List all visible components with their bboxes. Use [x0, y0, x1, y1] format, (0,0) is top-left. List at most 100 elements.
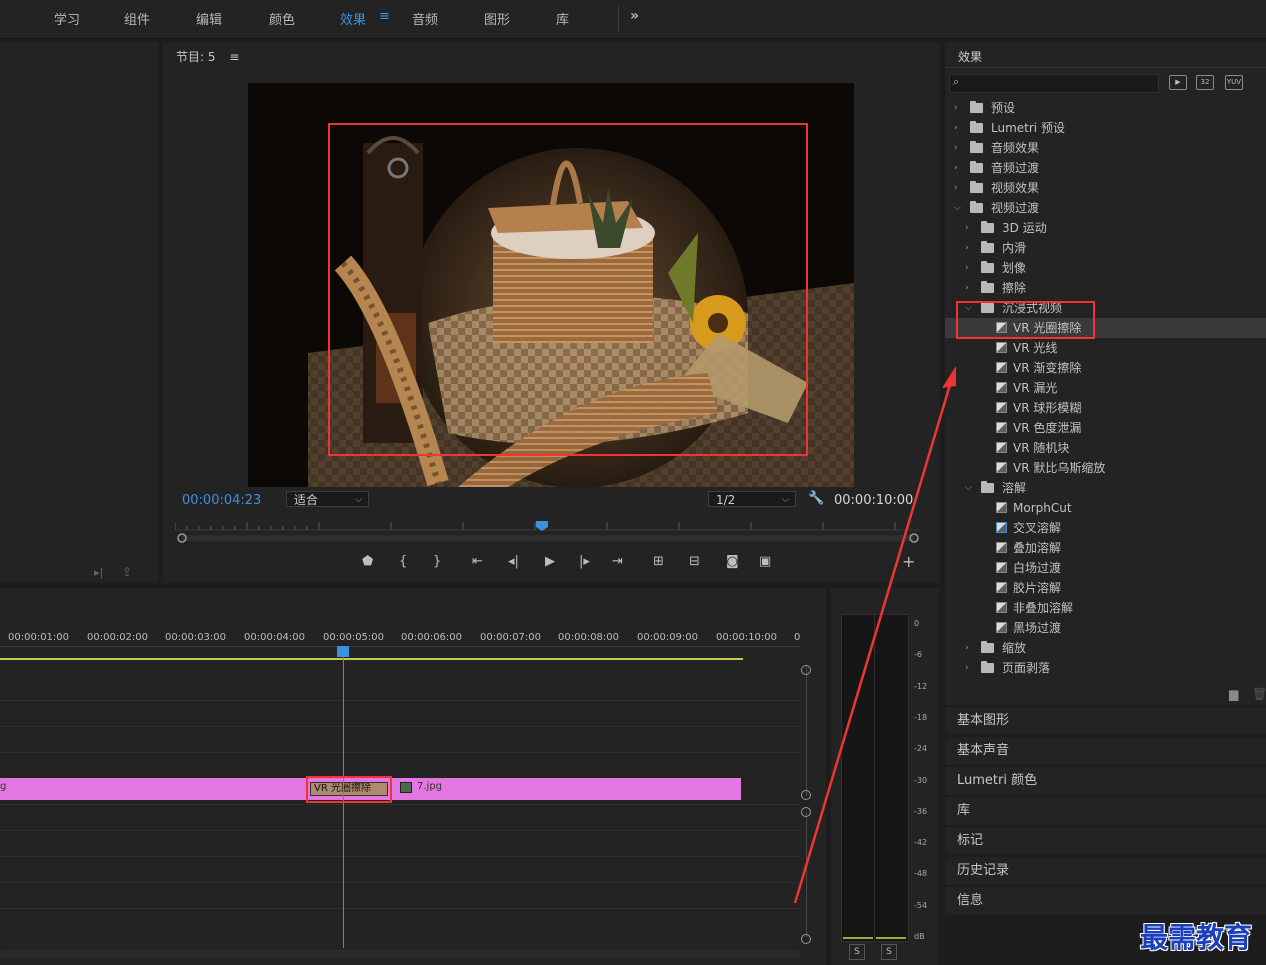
tab-effects[interactable]: 效果: [340, 9, 366, 28]
double-chevron-right-icon[interactable]: »: [630, 8, 639, 24]
play-icon[interactable]: ▶: [545, 554, 555, 569]
effect-item[interactable]: VR 光线: [945, 338, 1266, 358]
timeline-panel: 00:00:01:00 00:00:02:00 00:00:03:00 00:00:0…: [0, 588, 826, 965]
chevron-right-icon[interactable]: ›: [954, 98, 958, 118]
chevron-right-icon[interactable]: ›: [965, 218, 969, 238]
chevron-right-icon[interactable]: ›: [954, 178, 958, 198]
collapsed-panel-header[interactable]: 基本声音: [945, 737, 1266, 765]
chevron-right-icon[interactable]: ›: [965, 258, 969, 278]
effect-folder[interactable]: › 划像: [945, 258, 1266, 278]
chevron-right-icon[interactable]: ›: [965, 278, 969, 298]
horizontal-scrollbar[interactable]: [0, 950, 800, 958]
effect-item[interactable]: 胶片溶解: [945, 578, 1266, 598]
collapsed-panel-header[interactable]: 标记: [945, 827, 1266, 855]
tab-color[interactable]: 颜色: [269, 9, 295, 28]
fit-dropdown[interactable]: 适合 ⌵: [286, 491, 369, 507]
chevron-right-icon[interactable]: ›: [954, 158, 958, 178]
effect-label: 非叠加溶解: [1013, 601, 1074, 615]
effect-item[interactable]: 交叉溶解: [945, 518, 1266, 538]
chevron-right-icon[interactable]: ›: [954, 138, 958, 158]
effect-folder[interactable]: › 音频过渡: [945, 158, 1266, 178]
tab-assembly[interactable]: 组件: [124, 9, 150, 28]
effect-item[interactable]: VR 漏光: [945, 378, 1266, 398]
effect-label: 音频过渡: [991, 161, 1040, 175]
highlight-video-area: [328, 123, 808, 456]
collapsed-panel-header[interactable]: Lumetri 颜色: [945, 767, 1266, 795]
effect-folder[interactable]: › 3D 运动: [945, 218, 1266, 238]
step-forward-icon[interactable]: |▸: [579, 554, 590, 569]
insert-icon[interactable]: ▸|: [94, 566, 103, 579]
compare-view-icon[interactable]: ▣: [759, 554, 771, 569]
export-frame-icon[interactable]: ⇪: [122, 565, 132, 579]
go-to-out-icon[interactable]: ⇥: [612, 554, 623, 569]
effect-folder[interactable]: › Lumetri 预设: [945, 118, 1266, 138]
effect-folder[interactable]: › 视频效果: [945, 178, 1266, 198]
effect-item[interactable]: VR 渐变擦除: [945, 358, 1266, 378]
transition-icon: [996, 622, 1007, 633]
tab-editing[interactable]: 编辑: [196, 9, 222, 28]
effect-item[interactable]: VR 默比乌斯缩放: [945, 458, 1266, 478]
go-to-in-icon[interactable]: ⇤: [472, 554, 483, 569]
collapsed-panel-header[interactable]: 基本图形: [945, 707, 1266, 735]
current-timecode[interactable]: 00:00:04:23: [182, 493, 261, 508]
folder-icon: [981, 221, 994, 233]
effect-folder[interactable]: › 内滑: [945, 238, 1266, 258]
scroll-handle[interactable]: [801, 934, 811, 944]
new-bin-icon[interactable]: ▆: [1229, 687, 1238, 701]
track-divider: [0, 700, 800, 701]
folder-icon: [981, 481, 994, 493]
effect-item[interactable]: VR 色度泄漏: [945, 418, 1266, 438]
folder-icon: [970, 161, 983, 173]
collapsed-panel-header[interactable]: 库: [945, 797, 1266, 825]
effect-label: 白场过渡: [1013, 561, 1062, 575]
meter-level-left: [843, 937, 873, 939]
hamburger-icon[interactable]: ≡: [229, 50, 239, 64]
playhead-handle[interactable]: [337, 646, 349, 657]
work-area-bar[interactable]: [0, 658, 743, 660]
effect-folder[interactable]: ⌵ 溶解: [945, 478, 1266, 498]
effect-item[interactable]: 黑场过渡: [945, 618, 1266, 638]
effect-folder[interactable]: › 缩放: [945, 638, 1266, 658]
effect-item[interactable]: 非叠加溶解: [945, 598, 1266, 618]
clip-name: 7.jpg: [417, 781, 443, 792]
workspace-menu-icon[interactable]: ≡: [379, 9, 390, 24]
track-divider: [0, 908, 800, 909]
collapsed-panel-header[interactable]: 信息: [945, 887, 1266, 915]
extract-icon[interactable]: ⊟: [689, 554, 700, 569]
track-divider: [0, 726, 800, 727]
effect-item[interactable]: 白场过渡: [945, 558, 1266, 578]
search-icon: ⌕: [953, 75, 960, 88]
yuv-effects-icon[interactable]: YUV: [1225, 75, 1243, 90]
mark-in-icon[interactable]: {: [399, 554, 407, 569]
tab-libraries[interactable]: 库: [556, 9, 569, 28]
add-marker-icon[interactable]: ⬟: [362, 554, 373, 569]
solo-left-button[interactable]: S: [849, 944, 865, 960]
effect-folder[interactable]: › 音频效果: [945, 138, 1266, 158]
tab-learn[interactable]: 学习: [54, 9, 80, 28]
effect-item[interactable]: 叠加溶解: [945, 538, 1266, 558]
chevron-right-icon[interactable]: ›: [954, 118, 958, 138]
export-frame-camera-icon[interactable]: ◙: [726, 554, 739, 569]
effect-folder[interactable]: ⌵ 视频过渡: [945, 198, 1266, 218]
delete-icon[interactable]: 🗑: [1252, 687, 1266, 701]
chevron-right-icon[interactable]: ›: [965, 238, 969, 258]
effect-item[interactable]: VR 球形模糊: [945, 398, 1266, 418]
mark-out-icon[interactable]: }: [433, 554, 441, 569]
collapsed-panel-header[interactable]: 历史记录: [945, 857, 1266, 885]
tab-graphics[interactable]: 图形: [484, 9, 510, 28]
effects-search-input[interactable]: ⌕: [949, 74, 1159, 93]
step-back-icon[interactable]: ◂|: [508, 554, 519, 569]
chevron-down-icon[interactable]: ⌵: [954, 198, 961, 218]
effect-item[interactable]: VR 随机块: [945, 438, 1266, 458]
accelerated-effects-icon[interactable]: ▶︎: [1169, 75, 1187, 90]
effect-folder[interactable]: › 页面剥落: [945, 658, 1266, 678]
effect-folder[interactable]: › 预设: [945, 98, 1266, 118]
effect-item[interactable]: MorphCut: [945, 498, 1266, 518]
solo-right-button[interactable]: S: [881, 944, 897, 960]
timeline-time-label: 00:00:06:00: [401, 632, 463, 643]
tab-audio[interactable]: 音频: [412, 9, 438, 28]
lift-icon[interactable]: ⊞: [653, 554, 664, 569]
effect-folder[interactable]: › 擦除: [945, 278, 1266, 298]
folder-icon: [981, 641, 994, 653]
32bit-effects-icon[interactable]: 32: [1196, 75, 1214, 90]
